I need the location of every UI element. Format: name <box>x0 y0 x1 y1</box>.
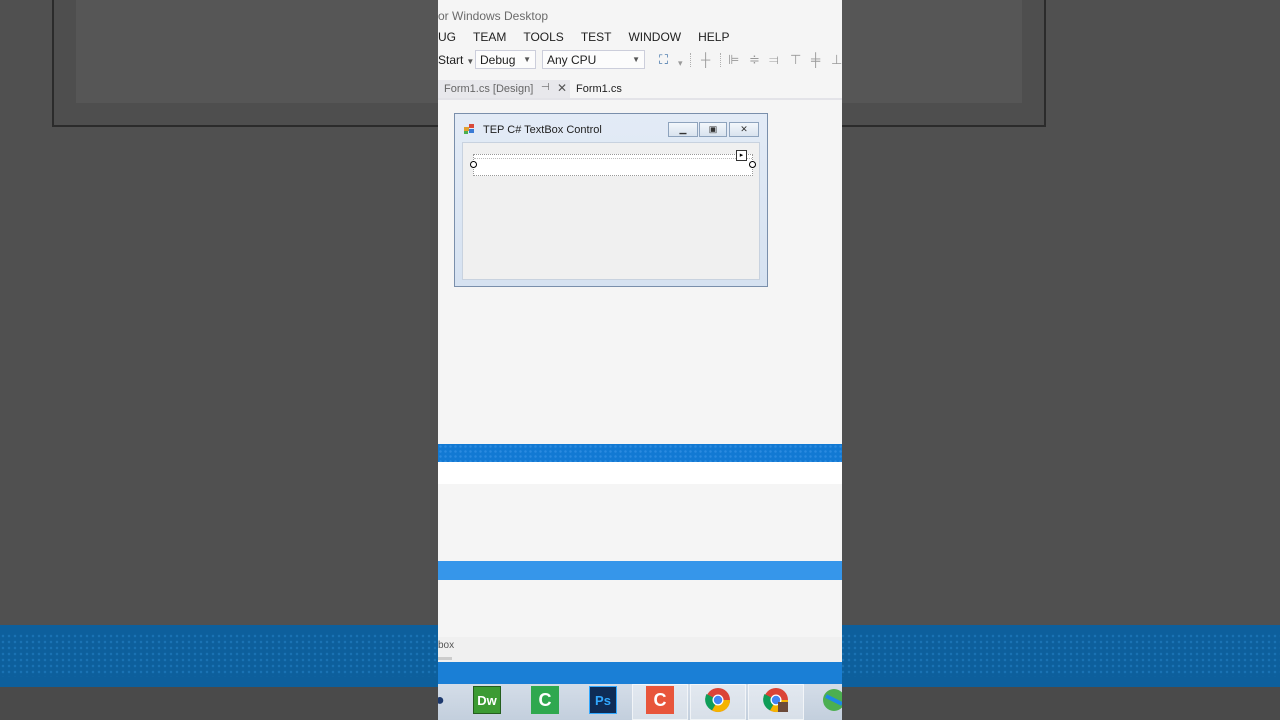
menu-help[interactable]: HELP <box>698 30 729 46</box>
tab-label: Form1.cs [Design] <box>444 83 534 95</box>
menu-debug[interactable]: UG <box>438 30 456 46</box>
snagit-label: C <box>653 690 667 710</box>
find-in-files-icon[interactable]: ⛶ <box>659 52 668 68</box>
chevron-down-icon: ▼ <box>523 55 531 64</box>
form-client-area[interactable]: ▸ <box>462 142 760 280</box>
blue-stripe <box>438 444 842 462</box>
camtasia-label: C <box>538 690 552 710</box>
close-icon[interactable]: ✕ <box>557 81 567 95</box>
align-grid-icon[interactable]: ┼ <box>701 52 710 67</box>
light-blue-stripe <box>438 561 842 580</box>
photoshop-icon[interactable]: Ps <box>589 686 617 714</box>
partial-app-icon[interactable]: ● <box>438 692 445 710</box>
align-middle-icon[interactable]: ╪ <box>811 52 820 67</box>
menu-team[interactable]: TEAM <box>473 30 506 46</box>
pin-icon[interactable]: ⊣ <box>541 82 550 93</box>
platform-value: Any CPU <box>547 53 597 67</box>
app-icon[interactable] <box>820 686 842 714</box>
dreamweaver-icon[interactable]: Dw <box>473 686 501 714</box>
window-title: or Windows Desktop <box>438 9 549 23</box>
status-area: box <box>438 637 842 662</box>
resize-handle-left[interactable] <box>470 161 477 168</box>
resize-handle-right[interactable] <box>749 161 756 168</box>
document-tabs: Form1.cs [Design] ⊣ ✕ Form1.cs <box>438 80 842 98</box>
status-text: box <box>438 640 455 651</box>
form-designer-window[interactable]: TEP C# TextBox Control ▁ ▣ ✕ ▸ <box>454 113 768 287</box>
photoshop-label: Ps <box>595 693 611 708</box>
camtasia-icon[interactable]: C <box>531 686 559 714</box>
app-logo <box>823 689 842 711</box>
platform-dropdown[interactable]: Any CPU ▼ <box>542 50 645 69</box>
configuration-value: Debug <box>480 53 516 67</box>
overflow-chevron-icon[interactable]: ▾ <box>678 58 683 69</box>
toolbar: Start ▼ Debug ▼ Any CPU ▼ ⛶ ▾ ┼ ⊫ ≑ ⫤ ⊤ ╪… <box>438 50 842 70</box>
smart-tag-icon[interactable]: ▸ <box>736 150 747 161</box>
menu-bar: UG TEAM TOOLS TEST WINDOW HELP <box>438 30 747 46</box>
tab-label: Form1.cs <box>576 83 622 95</box>
menu-tools[interactable]: TOOLS <box>523 30 563 46</box>
tab-form1-design[interactable]: Form1.cs [Design] ⊣ ✕ <box>438 80 570 98</box>
align-bottom-icon[interactable]: ⊥ <box>831 52 842 68</box>
configuration-dropdown[interactable]: Debug ▼ <box>475 50 536 69</box>
chrome-logo <box>763 688 788 713</box>
toolbar-separator <box>720 53 722 67</box>
form-title: TEP C# TextBox Control <box>483 124 602 136</box>
chrome-user-icon[interactable] <box>762 686 790 714</box>
start-label: Start <box>438 53 464 67</box>
tab-form1-code[interactable]: Form1.cs <box>570 80 650 98</box>
chevron-down-icon: ▼ <box>632 55 640 64</box>
bottom-blue-stripe <box>438 662 842 684</box>
align-left-icon[interactable]: ⊫ <box>728 52 739 68</box>
textbox-control[interactable]: ▸ <box>470 150 756 176</box>
selection-border <box>474 155 752 159</box>
align-top-icon[interactable]: ⊤ <box>790 52 801 68</box>
form-app-icon <box>464 124 476 134</box>
align-center-icon[interactable]: ≑ <box>749 52 760 68</box>
minimize-button[interactable]: ▁ <box>668 122 698 137</box>
white-stripe <box>438 462 842 484</box>
tab-divider <box>438 98 842 100</box>
menu-test[interactable]: TEST <box>581 30 612 46</box>
align-right-icon[interactable]: ⫤ <box>769 52 779 68</box>
dreamweaver-label: Dw <box>477 693 497 708</box>
visual-studio-panel: or Windows Desktop UG TEAM TOOLS TEST WI… <box>438 0 842 720</box>
maximize-button[interactable]: ▣ <box>699 122 727 137</box>
start-button[interactable]: Start ▼ <box>438 53 474 67</box>
chrome-logo <box>705 688 730 713</box>
chrome-icon[interactable] <box>704 686 732 714</box>
taskbar: ● Dw C Ps C <box>438 684 842 720</box>
menu-window[interactable]: WINDOW <box>628 30 681 46</box>
status-indicator <box>438 657 452 660</box>
toolbar-separator <box>690 53 692 67</box>
snagit-icon[interactable]: C <box>646 686 674 714</box>
chevron-down-icon[interactable]: ▼ <box>466 57 474 66</box>
close-button[interactable]: ✕ <box>729 122 759 137</box>
